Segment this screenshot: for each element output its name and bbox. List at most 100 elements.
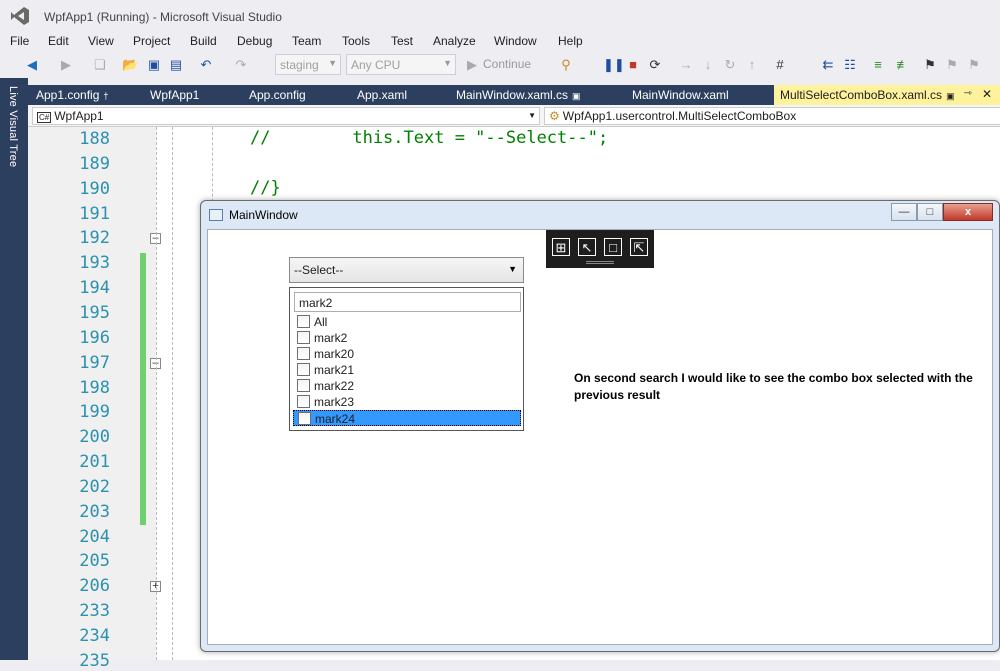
mainwindow-title: MainWindow <box>229 208 298 222</box>
display-adorners-icon[interactable]: □ <box>604 238 622 256</box>
lock-icon: ▣ <box>946 91 955 101</box>
class-icon: ⚙ <box>549 109 560 123</box>
menu-build[interactable]: Build <box>190 34 217 48</box>
bookmark-icon[interactable]: ⚑ <box>922 57 938 73</box>
tab-app1-config[interactable]: App1.config † <box>30 85 114 105</box>
step-over-icon[interactable]: → <box>678 57 694 73</box>
platform-combo[interactable]: Any CPU ▼ <box>346 54 456 75</box>
menu-project[interactable]: Project <box>133 34 170 48</box>
project-combo[interactable]: C# WpfApp1 ▼ <box>32 107 540 125</box>
menu-window[interactable]: Window <box>494 34 537 48</box>
select-element-icon[interactable]: ↖ <box>578 238 596 256</box>
menu-debug[interactable]: Debug <box>237 34 272 48</box>
list-item[interactable]: mark23 <box>293 394 521 410</box>
change-marker <box>140 253 146 525</box>
line-number: 196 <box>79 327 110 348</box>
pin-icon[interactable]: ⇾ <box>964 88 972 99</box>
stop-icon[interactable]: ■ <box>625 57 641 73</box>
tab-mainwindow-xaml-cs[interactable]: MainWindow.xaml.cs ▣ <box>450 85 587 105</box>
menu-help[interactable]: Help <box>558 34 583 48</box>
continue-button[interactable]: Continue <box>483 57 531 71</box>
thread-icon[interactable]: ⇇ <box>820 57 836 73</box>
close-icon[interactable]: ✕ <box>982 87 992 101</box>
project-name: WpfApp1 <box>54 109 104 123</box>
code-line-188[interactable]: // this.Text = "--Select--"; <box>250 128 608 148</box>
list-item[interactable]: mark2 <box>293 330 521 346</box>
save-all-icon[interactable]: ▤ <box>168 57 184 73</box>
menu-tools[interactable]: Tools <box>342 34 370 48</box>
list-item-all[interactable]: All <box>293 314 521 330</box>
list-item[interactable]: mark20 <box>293 346 521 362</box>
checkbox[interactable] <box>297 363 310 376</box>
menu-test[interactable]: Test <box>391 34 413 48</box>
new-project-icon[interactable]: ❏ <box>92 57 108 73</box>
hex-icon[interactable]: # <box>772 57 788 73</box>
pin-icon[interactable]: † <box>103 91 108 101</box>
maximize-button[interactable]: □ <box>917 203 943 221</box>
restart-icon[interactable]: ⟳ <box>647 57 663 73</box>
tab-app-xaml[interactable]: App.xaml <box>351 85 413 105</box>
checkbox[interactable] <box>297 315 310 328</box>
tab-label: MainWindow.xaml.cs <box>456 88 569 102</box>
line-number: 188 <box>79 129 110 149</box>
checkbox[interactable] <box>297 395 310 408</box>
option-label: mark21 <box>314 363 355 377</box>
tab-label: App.xaml <box>357 88 408 102</box>
option-label: All <box>314 315 328 329</box>
stack-icon[interactable]: ☷ <box>842 57 858 73</box>
menu-view[interactable]: View <box>88 34 114 48</box>
open-file-icon[interactable]: 📂 <box>122 57 138 73</box>
tab-app-config[interactable]: App.config <box>243 85 312 105</box>
window-app-icon <box>209 209 223 221</box>
option-label: mark24 <box>315 412 356 426</box>
list-item[interactable]: mark22 <box>293 378 521 394</box>
track-focus-icon[interactable]: ⇱ <box>630 238 648 256</box>
annotation-text: On second search I would like to see the… <box>574 371 973 402</box>
branch-combo[interactable]: staging ▼ <box>275 54 341 75</box>
window-title: WpfApp1 (Running) - Microsoft Visual Stu… <box>44 10 282 24</box>
find-icon[interactable]: ⚲ <box>558 57 574 73</box>
checkbox[interactable] <box>298 412 311 425</box>
menu-analyze[interactable]: Analyze <box>433 34 476 48</box>
list-item[interactable]: mark21 <box>293 362 521 378</box>
next-bookmark-icon[interactable]: ⚑ <box>966 57 982 73</box>
close-button[interactable]: x <box>943 203 993 221</box>
prev-bookmark-icon[interactable]: ⚑ <box>944 57 960 73</box>
multiselect-combobox[interactable]: --Select-- ▼ <box>289 257 524 283</box>
chevron-down-icon: ▼ <box>508 264 517 274</box>
play-icon[interactable]: ▶ <box>464 57 480 73</box>
chevron-down-icon: ▼ <box>528 111 536 120</box>
menu-team[interactable]: Team <box>292 34 321 48</box>
uncomment-icon[interactable]: ≢ <box>895 57 911 73</box>
checkbox[interactable] <box>297 347 310 360</box>
pause-icon[interactable]: ❚❚ <box>603 57 625 73</box>
line-number: 191 <box>79 203 110 224</box>
line-number: 195 <box>79 302 110 323</box>
member-combo[interactable]: ⚙ WpfApp1.usercontrol.MultiSelectComboBox <box>544 107 1000 125</box>
tab-mainwindow-xaml[interactable]: MainWindow.xaml <box>626 85 735 105</box>
list-item-selected[interactable]: mark24 <box>293 410 521 426</box>
save-icon[interactable]: ▣ <box>146 57 162 73</box>
search-input[interactable]: mark2 <box>294 292 521 312</box>
forward-icon[interactable]: ▶ <box>58 57 74 73</box>
step-back-icon[interactable]: ↻ <box>722 57 738 73</box>
menu-edit[interactable]: Edit <box>48 34 69 48</box>
go-to-live-tree-icon[interactable]: ⊞ <box>552 238 570 256</box>
step-into-icon[interactable]: ↓ <box>700 57 716 73</box>
drag-handle[interactable] <box>586 261 614 264</box>
comment-icon[interactable]: ≡ <box>870 57 886 73</box>
checkbox[interactable] <box>297 331 310 344</box>
navigation-bar: C# WpfApp1 ▼ ⚙ WpfApp1.usercontrol.MultiSe… <box>28 105 1000 127</box>
step-out-icon[interactable]: ↑ <box>744 57 760 73</box>
code-line-190[interactable]: //} <box>250 178 281 198</box>
minimize-button[interactable]: — <box>891 203 917 221</box>
indent-guide <box>172 127 173 660</box>
undo-icon[interactable]: ↶ <box>198 57 214 73</box>
menu-file[interactable]: File <box>10 34 29 48</box>
back-icon[interactable]: ◀ <box>24 57 40 73</box>
redo-icon[interactable]: ↷ <box>233 57 249 73</box>
tab-wpfapp1[interactable]: WpfApp1 <box>144 85 205 105</box>
tab-multiselectcombobox-xaml-cs[interactable]: MultiSelectComboBox.xaml.cs ▣ ⇾ ✕ <box>774 85 1000 105</box>
checkbox[interactable] <box>297 379 310 392</box>
live-visual-tree-panel-tab[interactable]: Live Visual Tree <box>0 78 28 660</box>
